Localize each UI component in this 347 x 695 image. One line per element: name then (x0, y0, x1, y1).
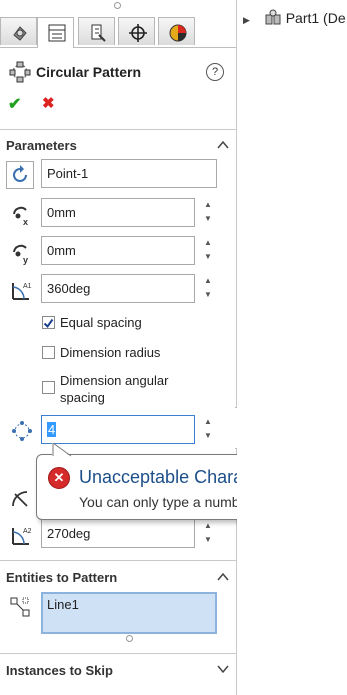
svg-text:x: x (23, 217, 28, 227)
spin-down-icon[interactable]: ▼ (204, 252, 212, 261)
entities-icon (10, 597, 30, 617)
tree-item-label: Part1 (De (285, 10, 346, 26)
panel-grip-handle[interactable] (114, 2, 121, 9)
dimxpert-icon (129, 24, 147, 42)
chevron-up-icon[interactable] (216, 139, 230, 151)
chevron-up-icon[interactable] (216, 571, 230, 583)
instances-icon (12, 421, 32, 441)
angle-stepper[interactable]: ▲ ▼ (201, 274, 215, 303)
feature-tree: ▶ Part1 (De (237, 0, 347, 695)
entities-list-box[interactable]: Line1 (41, 592, 217, 634)
spin-up-icon[interactable]: ▲ (204, 200, 212, 209)
dimension-radius-checkbox[interactable] (42, 346, 55, 359)
svg-text:A2: A2 (23, 528, 32, 535)
second-angle-field[interactable]: 270deg (41, 519, 195, 548)
circular-pattern-icon (9, 61, 31, 83)
dimension-angular-label-line1: Dimension angular (60, 373, 169, 388)
entities-section-title: Entities to Pattern (6, 570, 118, 585)
center-x-icon: x (13, 206, 28, 227)
section-divider (0, 560, 236, 561)
dimension-angular-spacing-checkbox[interactable] (42, 381, 55, 394)
tab-configuration-manager[interactable] (78, 17, 115, 45)
spin-up-icon[interactable]: ▲ (204, 238, 212, 247)
manager-tab-bar (0, 14, 236, 48)
axis-field[interactable]: Point-1 (41, 159, 217, 188)
reverse-direction-button[interactable] (6, 161, 34, 189)
display-manager-icon (169, 24, 187, 42)
checkmark-icon (43, 318, 54, 329)
parameters-section-title: Parameters (6, 138, 77, 153)
property-manager-panel: Circular Pattern ? ✔ ✖ Parameters Point-… (0, 0, 245, 695)
instances-field[interactable]: 4 (41, 415, 195, 444)
instances-stepper[interactable]: ▲ ▼ (201, 415, 215, 444)
radius-icon (12, 491, 28, 507)
second-angle-icon: A2 (12, 528, 32, 545)
equal-spacing-checkbox[interactable] (42, 316, 55, 329)
selected-text: 4 (47, 422, 57, 437)
feature-manager-icon (13, 26, 27, 41)
part-icon (265, 9, 281, 25)
tooltip-pointer (52, 443, 72, 457)
expand-arrow-icon[interactable]: ▶ (243, 15, 250, 25)
section-divider (0, 129, 236, 130)
instances-to-skip-section-title: Instances to Skip (6, 663, 113, 678)
spin-down-icon[interactable]: ▼ (204, 290, 212, 299)
dimension-angular-label-line2: spacing (60, 390, 105, 405)
section-divider (0, 653, 236, 654)
chevron-down-icon[interactable] (216, 663, 230, 675)
help-icon[interactable]: ? (206, 63, 224, 81)
angle-field[interactable]: 360deg (41, 274, 195, 303)
spin-down-icon[interactable]: ▼ (204, 431, 212, 440)
tree-item-part[interactable]: ▶ Part1 (De (243, 8, 346, 26)
equal-spacing-label: Equal spacing (60, 315, 142, 330)
property-manager-icon (48, 24, 66, 42)
spin-up-icon[interactable]: ▲ (204, 521, 212, 530)
center-x-stepper[interactable]: ▲ ▼ (201, 198, 215, 227)
list-resize-grip[interactable] (126, 635, 133, 642)
cancel-button[interactable]: ✖ (42, 94, 55, 112)
second-angle-stepper[interactable]: ▲ ▼ (201, 519, 215, 548)
spin-down-icon[interactable]: ▼ (204, 535, 212, 544)
tab-property-manager[interactable] (37, 17, 74, 48)
svg-text:A1: A1 (23, 283, 32, 290)
svg-text:y: y (23, 255, 28, 265)
page-title: Circular Pattern (36, 64, 142, 80)
ok-button[interactable]: ✔ (8, 94, 21, 114)
center-y-icon: y (13, 244, 28, 265)
tab-display-manager[interactable] (158, 17, 195, 45)
reverse-direction-icon (13, 165, 27, 182)
spin-up-icon[interactable]: ▲ (204, 276, 212, 285)
tab-dimxpert-manager[interactable] (118, 17, 155, 45)
center-x-field[interactable]: 0mm (41, 198, 195, 227)
tab-feature-manager[interactable] (0, 17, 37, 45)
dimension-radius-label: Dimension radius (60, 345, 161, 360)
spin-down-icon[interactable]: ▼ (204, 214, 212, 223)
list-item[interactable]: Line1 (47, 597, 211, 612)
spin-up-icon[interactable]: ▲ (204, 417, 212, 426)
error-icon: ✕ (48, 467, 70, 489)
center-y-field[interactable]: 0mm (41, 236, 195, 265)
angle-icon: A1 (12, 283, 32, 300)
configuration-manager-icon (91, 24, 106, 42)
center-y-stepper[interactable]: ▲ ▼ (201, 236, 215, 265)
